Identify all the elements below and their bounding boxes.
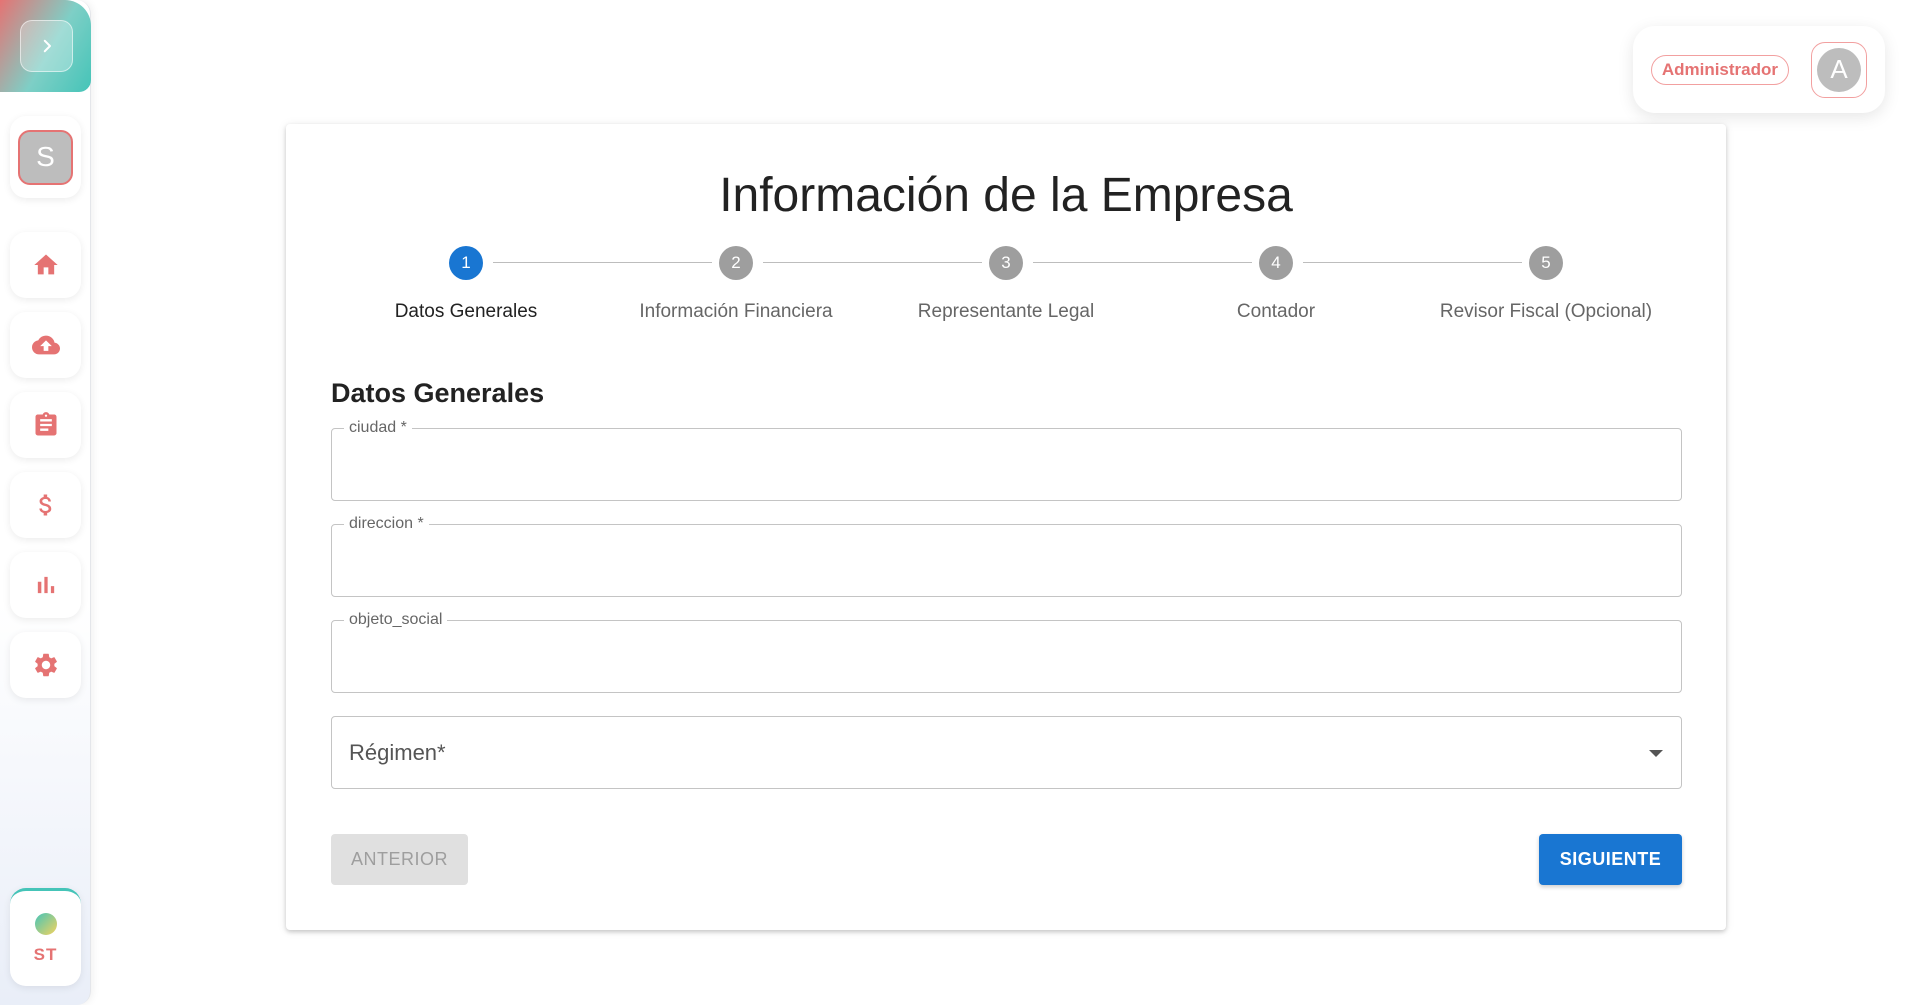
home-icon <box>33 254 58 275</box>
sidebar-header <box>0 0 91 92</box>
chevron-right-icon <box>43 39 51 53</box>
profile-avatar-button[interactable]: A <box>1811 41 1867 98</box>
company-info-card: Información de la Empresa 1 Datos Genera… <box>286 124 1726 930</box>
sidebar-item-finance[interactable] <box>10 472 81 538</box>
user-avatar: S <box>18 129 73 185</box>
select-label: Régimen* <box>349 739 446 765</box>
step-revisor-fiscal[interactable]: 5 Revisor Fiscal (Opcional) <box>1411 246 1681 323</box>
direccion-field[interactable]: direccion * <box>331 515 1682 597</box>
step-label: Datos Generales <box>394 301 538 322</box>
step-label: Revisor Fiscal (Opcional) <box>1439 301 1653 322</box>
ciudad-field[interactable]: ciudad * <box>331 419 1682 501</box>
previous-button[interactable]: ANTERIOR <box>331 834 468 885</box>
user-card[interactable]: S <box>10 116 81 198</box>
step-label: Representante Legal <box>917 301 1095 322</box>
step-representante-legal[interactable]: 3 Representante Legal <box>871 246 1141 323</box>
regimen-select[interactable]: Régimen* <box>331 716 1682 789</box>
sidebar-item-settings[interactable] <box>10 632 81 698</box>
step-label: Contador <box>1236 301 1316 322</box>
bar-chart-icon <box>37 576 54 594</box>
field-label: objeto_social <box>344 611 448 629</box>
sidebar: S ST <box>0 0 91 1005</box>
step-datos-generales[interactable]: 1 Datos Generales <box>331 246 601 323</box>
avatar: A <box>1817 47 1861 92</box>
gear-icon <box>34 653 57 677</box>
brand-logo-icon <box>34 912 57 935</box>
clipboard-icon <box>35 412 56 436</box>
user-role-card: Administrador A <box>1633 26 1885 113</box>
next-button[interactable]: SIGUIENTE <box>1539 834 1682 885</box>
role-badge: Administrador <box>1650 54 1789 85</box>
brand-card: ST <box>10 888 81 986</box>
step-label: Información Financiera <box>639 301 833 322</box>
sidebar-item-home[interactable] <box>10 232 81 298</box>
step-number: 5 <box>1529 246 1563 280</box>
step-number: 2 <box>719 246 753 280</box>
brand-text: ST <box>33 944 58 964</box>
caret-down-icon <box>1649 750 1663 757</box>
objeto-social-field[interactable]: objeto_social <box>331 611 1682 693</box>
page-title: Información de la Empresa <box>719 169 1293 222</box>
sidebar-item-tasks[interactable] <box>10 392 81 458</box>
sidebar-item-upload[interactable] <box>10 312 81 378</box>
step-informacion-financiera[interactable]: 2 Información Financiera <box>601 246 871 323</box>
section-title: Datos Generales <box>331 378 545 408</box>
sidebar-item-reports[interactable] <box>10 552 81 618</box>
field-label: direccion * <box>344 515 429 533</box>
cloud-upload-icon <box>31 335 60 355</box>
step-number: 3 <box>989 246 1023 280</box>
stepper: 1 Datos Generales 2 Información Financie… <box>286 246 1726 336</box>
step-contador[interactable]: 4 Contador <box>1141 246 1411 323</box>
sidebar-toggle-button[interactable] <box>20 20 73 72</box>
dollar-icon <box>38 494 51 516</box>
step-number: 4 <box>1259 246 1293 280</box>
field-label: ciudad * <box>344 419 412 437</box>
step-number: 1 <box>449 246 483 280</box>
